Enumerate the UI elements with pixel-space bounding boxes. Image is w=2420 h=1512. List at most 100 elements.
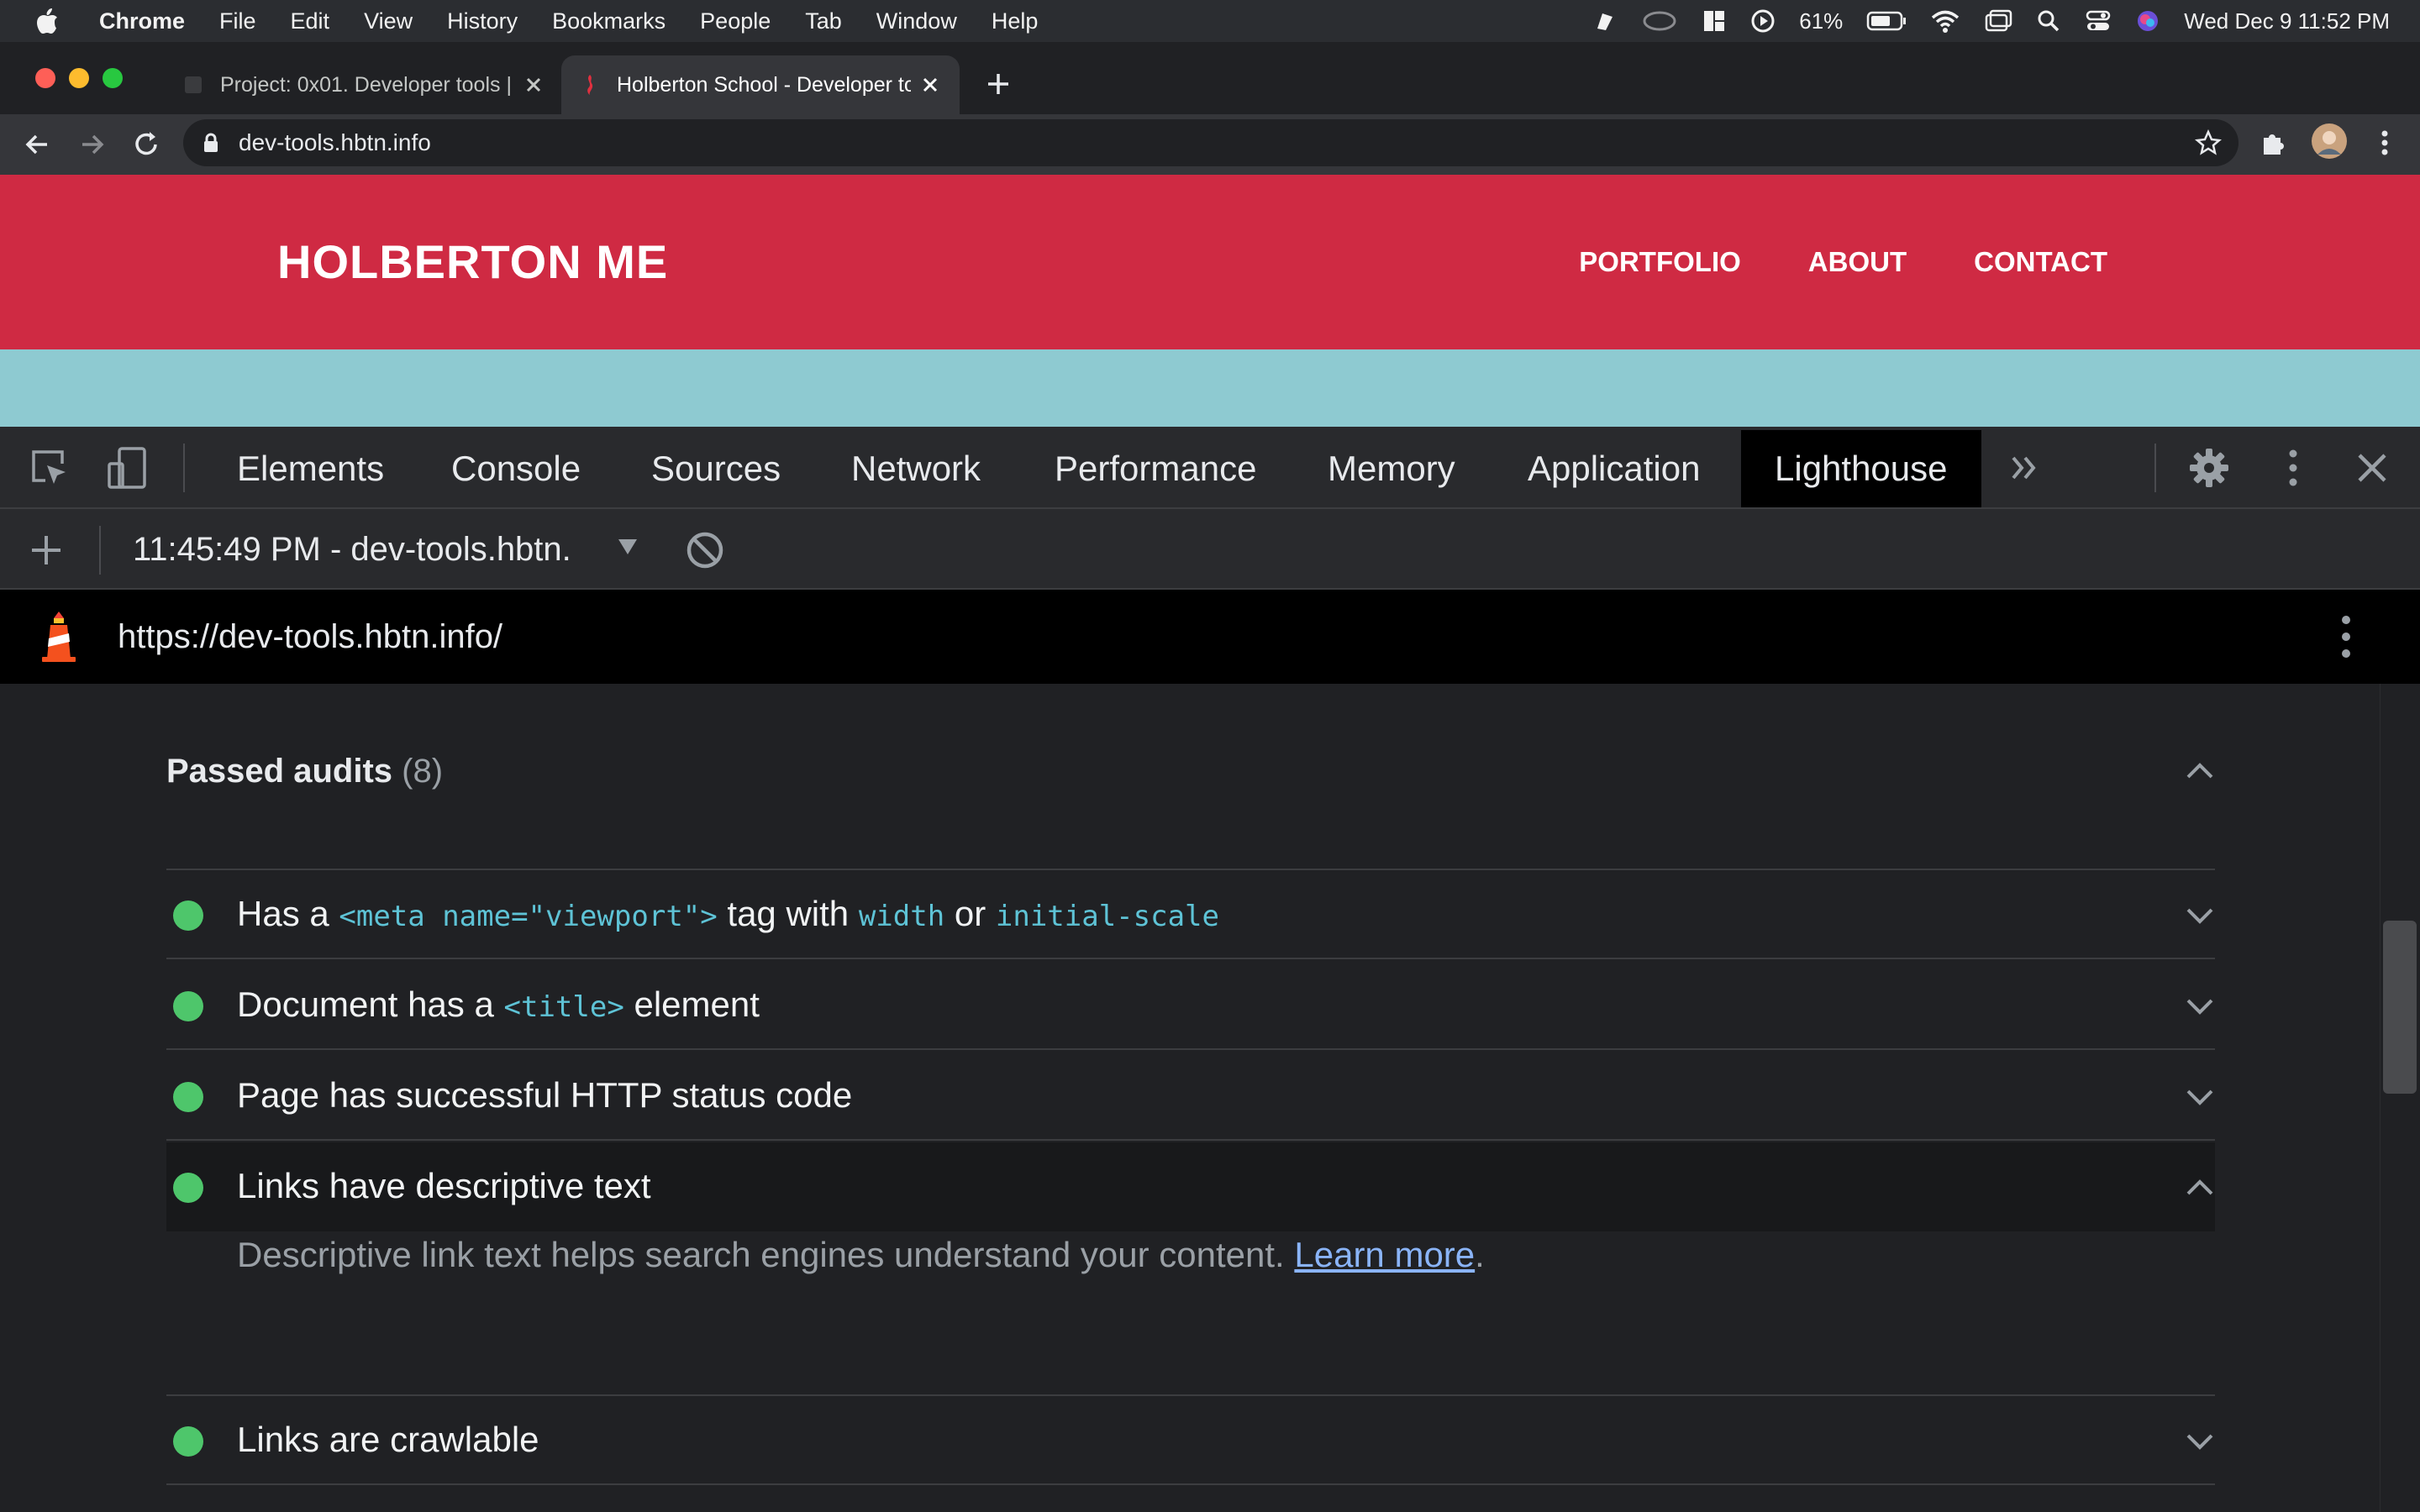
audit-description: Descriptive link text helps search engin… bbox=[237, 1235, 1485, 1275]
menu-edit[interactable]: Edit bbox=[291, 8, 330, 34]
audit-row-crawlable[interactable]: Links are crawlable bbox=[166, 1396, 2215, 1485]
siri-icon[interactable] bbox=[2135, 8, 2160, 34]
menu-view[interactable]: View bbox=[364, 8, 413, 34]
menu-history[interactable]: History bbox=[447, 8, 518, 34]
battery-icon[interactable] bbox=[1866, 10, 1907, 32]
devtools-tab-sources[interactable]: Sources bbox=[651, 430, 781, 507]
devtools-tab-elements[interactable]: Elements bbox=[237, 430, 384, 507]
clear-reports-icon[interactable] bbox=[684, 529, 726, 571]
chrome-menu-icon[interactable] bbox=[2368, 126, 2402, 160]
audit-row-link-text[interactable]: Links have descriptive text bbox=[166, 1142, 2215, 1231]
new-report-plus-icon[interactable] bbox=[27, 531, 66, 570]
audit-row-viewport[interactable]: Has a <meta name="viewport"> tag with wi… bbox=[166, 870, 2215, 959]
audit-title-text: or bbox=[944, 894, 996, 933]
address-bar[interactable]: dev-tools.hbtn.info bbox=[183, 119, 2238, 166]
group-title-text: Passed audits bbox=[166, 753, 393, 790]
browser-tab-project[interactable]: Project: 0x01. Developer tools | I bbox=[165, 55, 560, 114]
tab-close-icon[interactable] bbox=[919, 74, 941, 96]
menu-tab[interactable]: Tab bbox=[805, 8, 842, 34]
more-tabs-chevron-icon[interactable] bbox=[2003, 445, 2049, 491]
menu-app-chrome[interactable]: Chrome bbox=[99, 8, 185, 34]
close-devtools-icon[interactable] bbox=[2349, 445, 2395, 491]
play-icon[interactable] bbox=[1750, 8, 1776, 34]
holberton-favicon-icon bbox=[578, 73, 602, 97]
audit-title: Page has successful HTTP status code bbox=[237, 1075, 853, 1115]
bookmark-star-icon[interactable] bbox=[2195, 129, 2222, 156]
forward-button[interactable] bbox=[76, 128, 109, 161]
devtools-tab-memory[interactable]: Memory bbox=[1328, 430, 1455, 507]
window-minimize-button[interactable] bbox=[69, 68, 89, 88]
menu-help[interactable]: Help bbox=[992, 8, 1039, 34]
extensions-puzzle-icon[interactable] bbox=[2257, 126, 2291, 160]
dropdown-arrow-icon[interactable] bbox=[617, 538, 639, 556]
devtools-kebab-menu-icon[interactable] bbox=[2270, 445, 2316, 491]
devtools-tab-performance[interactable]: Performance bbox=[1055, 430, 1256, 507]
settings-gear-icon[interactable] bbox=[2186, 445, 2232, 491]
cloud-icon[interactable] bbox=[1641, 8, 1678, 34]
site-header: HOLBERTON ME PORTFOLIO ABOUT CONTACT bbox=[0, 175, 2420, 349]
audit-code: initial-scale bbox=[995, 900, 1219, 933]
audit-title: Has a <meta name="viewport"> tag with wi… bbox=[237, 870, 1219, 958]
devtools-tab-lighthouse[interactable]: Lighthouse bbox=[1741, 430, 1981, 507]
profile-avatar[interactable] bbox=[2311, 123, 2348, 160]
new-tab-button[interactable] bbox=[983, 69, 1013, 99]
chevron-up-icon[interactable] bbox=[2185, 756, 2215, 786]
report-url: https://dev-tools.hbtn.info/ bbox=[118, 618, 503, 655]
nav-link-contact[interactable]: CONTACT bbox=[1974, 246, 2107, 278]
browser-tab-holberton[interactable]: Holberton School - Developer to bbox=[561, 55, 960, 114]
report-scrollbar-track[interactable] bbox=[2380, 684, 2420, 1512]
menubar-status-area: 61% Wed Dec 9 11:52 PM bbox=[1592, 0, 2390, 42]
menubar-clock: Wed Dec 9 11:52 PM bbox=[2184, 8, 2390, 34]
audit-title: Document has a <title> element bbox=[237, 961, 760, 1048]
device-toolbar-icon[interactable] bbox=[104, 445, 150, 491]
learn-more-link[interactable]: Learn more bbox=[1294, 1235, 1475, 1274]
audit-row-document-title[interactable]: Document has a <title> element bbox=[166, 961, 2215, 1050]
report-scrollbar-thumb[interactable] bbox=[2383, 921, 2417, 1094]
back-button[interactable] bbox=[20, 128, 54, 161]
drafts-icon[interactable] bbox=[1592, 8, 1618, 34]
pass-indicator-icon bbox=[173, 991, 203, 1021]
devtools-tab-application[interactable]: Application bbox=[1528, 430, 1700, 507]
screen-mirroring-icon[interactable] bbox=[1984, 8, 2012, 34]
tab-title: Holberton School - Developer to bbox=[617, 72, 911, 97]
chevron-down-icon[interactable] bbox=[2185, 1426, 2215, 1457]
layout-icon[interactable] bbox=[1702, 8, 1727, 34]
inspect-element-icon[interactable] bbox=[27, 445, 72, 491]
site-nav: PORTFOLIO ABOUT CONTACT bbox=[1579, 175, 2107, 349]
passed-audits-group-header[interactable]: Passed audits (8) bbox=[166, 731, 2215, 811]
report-menu-icon[interactable] bbox=[2329, 612, 2363, 662]
audit-title-text: Document has a bbox=[237, 984, 504, 1024]
wifi-icon[interactable] bbox=[1930, 8, 1960, 34]
chevron-down-icon[interactable] bbox=[2185, 991, 2215, 1021]
audit-row-http-status[interactable]: Page has successful HTTP status code bbox=[166, 1052, 2215, 1141]
audit-title: Links have descriptive text bbox=[237, 1166, 651, 1205]
menu-people[interactable]: People bbox=[700, 8, 771, 34]
control-center-icon[interactable] bbox=[2085, 8, 2112, 34]
window-zoom-button[interactable] bbox=[103, 68, 123, 88]
spotlight-search-icon[interactable] bbox=[2036, 8, 2061, 34]
devtools-tab-console[interactable]: Console bbox=[451, 430, 581, 507]
devtools-tab-network[interactable]: Network bbox=[851, 430, 981, 507]
chevron-down-icon[interactable] bbox=[2185, 900, 2215, 931]
pass-indicator-icon bbox=[173, 1426, 203, 1457]
site-logo[interactable]: HOLBERTON ME bbox=[277, 175, 668, 349]
report-selector[interactable]: 11:45:49 PM - dev-tools.hbtn. bbox=[133, 509, 571, 590]
menu-bookmarks[interactable]: Bookmarks bbox=[552, 8, 666, 34]
window-close-button[interactable] bbox=[35, 68, 55, 88]
menu-file[interactable]: File bbox=[219, 8, 256, 34]
audit-description-period: . bbox=[1475, 1235, 1485, 1274]
nav-link-portfolio[interactable]: PORTFOLIO bbox=[1579, 246, 1741, 278]
address-bar-url: dev-tools.hbtn.info bbox=[239, 129, 431, 155]
menu-window[interactable]: Window bbox=[876, 8, 957, 34]
tab-close-icon[interactable] bbox=[523, 74, 544, 96]
site-hero-band bbox=[0, 349, 2420, 427]
reload-button[interactable] bbox=[129, 128, 163, 161]
apple-logo-icon[interactable] bbox=[35, 8, 69, 34]
chevron-down-icon[interactable] bbox=[2185, 1082, 2215, 1112]
devtools-separator bbox=[183, 444, 185, 492]
audit-title-text: tag with bbox=[717, 894, 859, 933]
audit-code: <meta name="viewport"> bbox=[339, 900, 718, 933]
nav-link-about[interactable]: ABOUT bbox=[1808, 246, 1907, 278]
lock-icon[interactable] bbox=[200, 132, 222, 154]
chevron-up-icon[interactable] bbox=[2185, 1173, 2215, 1203]
